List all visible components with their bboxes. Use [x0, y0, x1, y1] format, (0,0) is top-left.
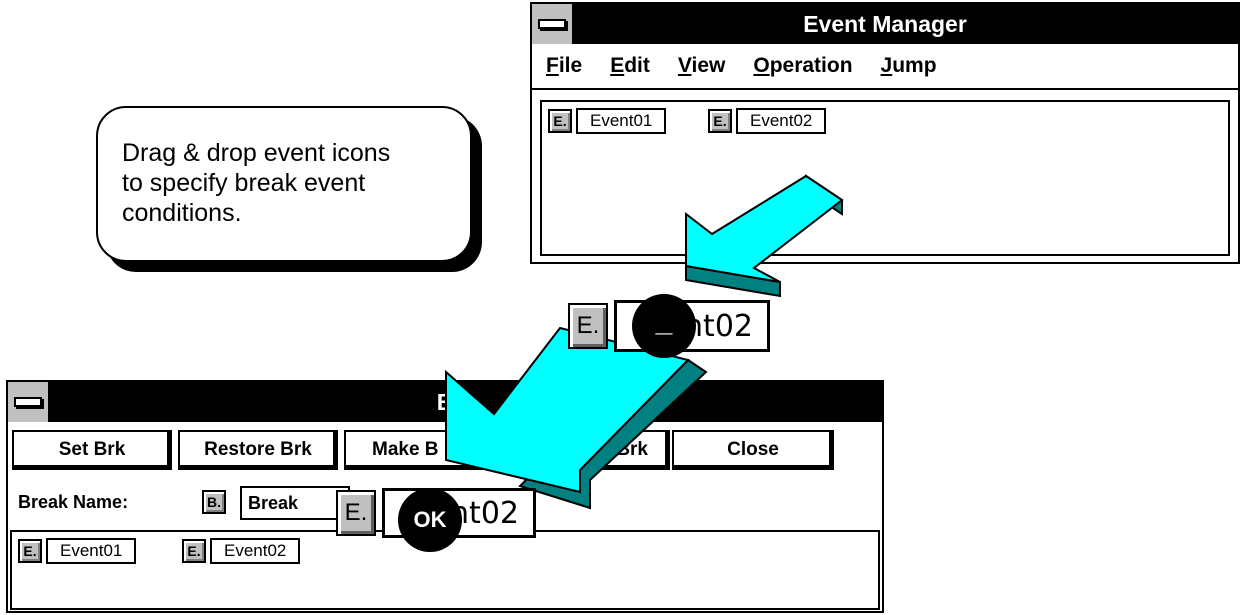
menu-jump[interactable]: Jump — [881, 54, 937, 78]
event-manager-window: Event Manager File Edit View Operation J… — [530, 2, 1240, 264]
event-icon[interactable]: E. — [18, 539, 42, 563]
event-label: Event01 — [576, 108, 667, 134]
break-titlebar[interactable]: B — [8, 382, 882, 422]
event-label: Event01 — [46, 538, 137, 564]
event-item-1[interactable]: E. Event01 — [548, 108, 667, 134]
instruction-callout: Drag & drop event icons to specify break… — [96, 106, 472, 262]
event-label: Event02 — [210, 538, 301, 564]
system-menu-button[interactable] — [8, 382, 50, 422]
system-menu-button[interactable] — [532, 4, 574, 44]
event-item-1[interactable]: E. Event01 — [18, 538, 137, 564]
callout-line-2: to specify break event — [122, 169, 366, 197]
arrow-1-side-lower — [685, 264, 781, 298]
restore-brk-button[interactable]: Restore Brk — [178, 430, 338, 470]
menu-bar: File Edit View Operation Jump — [532, 44, 1238, 90]
cancel-brk-button[interactable]: cel Brk — [510, 430, 670, 470]
window-title: B — [436, 388, 454, 415]
event-icon: E. — [568, 303, 608, 349]
set-brk-button[interactable]: Set Brk — [12, 430, 172, 470]
break-icon[interactable]: B. — [202, 490, 226, 514]
event-label: Event02 — [736, 108, 827, 134]
menu-file[interactable]: File — [546, 54, 582, 78]
break-name-label: Break Name: — [18, 492, 129, 512]
event-item-2[interactable]: E. Event02 — [182, 538, 301, 564]
callout-line-1: Drag & drop event icons — [122, 139, 391, 167]
event-list-panel: E. Event01 E. Event02 — [540, 100, 1230, 256]
event-icon[interactable]: E. — [548, 109, 572, 133]
window-title: Event Manager — [803, 10, 967, 37]
menu-edit[interactable]: Edit — [610, 54, 650, 78]
system-menu-icon — [538, 19, 566, 29]
callout-line-3: conditions. — [122, 199, 242, 227]
menu-operation[interactable]: Operation — [753, 54, 852, 78]
make-brk-button[interactable]: Make B — [344, 430, 504, 470]
event-icon[interactable]: E. — [708, 109, 732, 133]
ok-drop-cursor-icon: OK — [398, 488, 462, 552]
system-menu-icon — [14, 397, 42, 407]
no-drop-cursor-icon: _ — [632, 294, 696, 358]
event-icon[interactable]: E. — [182, 539, 206, 563]
event-manager-titlebar[interactable]: Event Manager — [532, 4, 1238, 44]
cursor-symbol: _ — [655, 305, 673, 338]
menu-view[interactable]: View — [678, 54, 726, 78]
event-item-2[interactable]: E. Event02 — [708, 108, 827, 134]
cursor-symbol: OK — [413, 507, 447, 532]
event-icon: E. — [336, 490, 376, 536]
close-button[interactable]: Close — [672, 430, 834, 470]
break-name-input[interactable]: Break — [240, 486, 350, 520]
break-name-value: Break — [248, 492, 299, 513]
